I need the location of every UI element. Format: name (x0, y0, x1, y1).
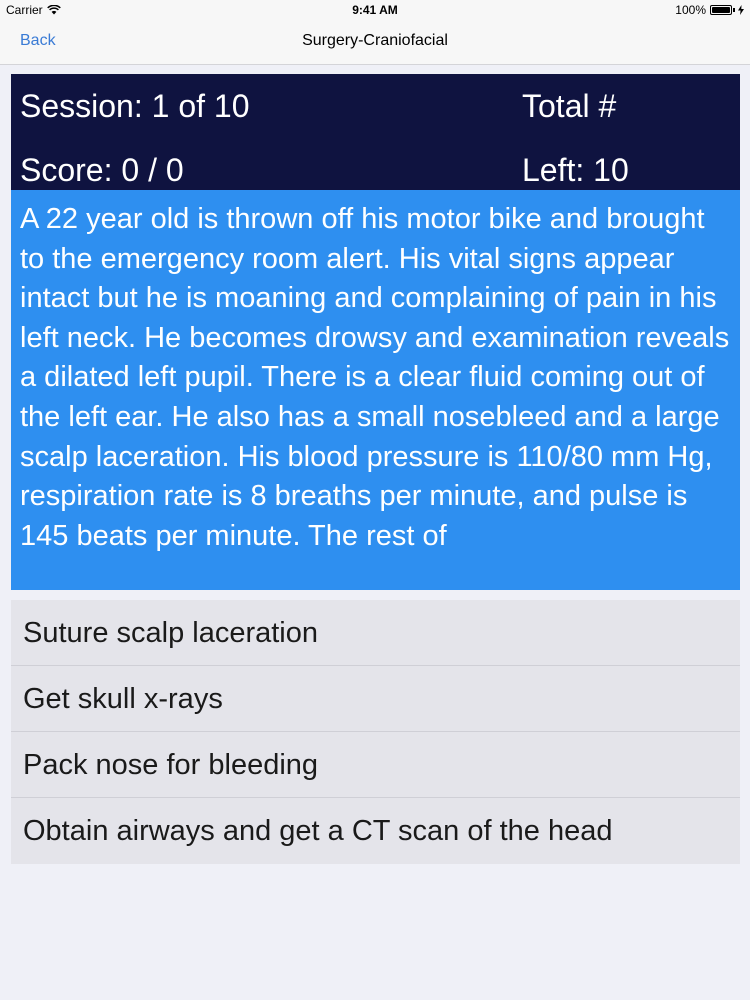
battery-icon (710, 5, 735, 15)
session-header: Session: 1 of 10 Total # Score: 0 / 0 Le… (11, 74, 740, 190)
nav-title: Surgery-Craniofacial (302, 32, 448, 49)
status-right: 100% (675, 3, 744, 17)
answer-label: Obtain airways and get a CT scan of the … (23, 815, 613, 847)
answer-label: Get skull x-rays (23, 683, 223, 715)
answer-option-4[interactable]: Obtain airways and get a CT scan of the … (11, 798, 740, 864)
question-text: A 22 year old is thrown off his motor bi… (20, 203, 730, 552)
status-bar: Carrier 9:41 AM 100% (0, 0, 750, 20)
navigation-bar: Back Surgery-Craniofacial (0, 20, 750, 65)
answer-label: Suture scalp laceration (23, 617, 318, 649)
answer-option-2[interactable]: Get skull x-rays (11, 666, 740, 732)
charging-bolt-icon (738, 5, 744, 15)
total-label: Total # (522, 88, 617, 124)
question-panel[interactable]: A 22 year old is thrown off his motor bi… (11, 190, 740, 590)
status-time: 9:41 AM (352, 3, 398, 17)
answer-label: Pack nose for bleeding (23, 749, 319, 781)
battery-percent: 100% (675, 3, 706, 17)
left-count-label: Left: 10 (522, 152, 629, 188)
answer-option-3[interactable]: Pack nose for bleeding (11, 732, 740, 798)
answer-list: Suture scalp laceration Get skull x-rays… (11, 600, 740, 864)
session-label: Session: 1 of 10 (20, 88, 250, 124)
answer-option-1[interactable]: Suture scalp laceration (11, 600, 740, 666)
score-label: Score: 0 / 0 (20, 152, 184, 188)
